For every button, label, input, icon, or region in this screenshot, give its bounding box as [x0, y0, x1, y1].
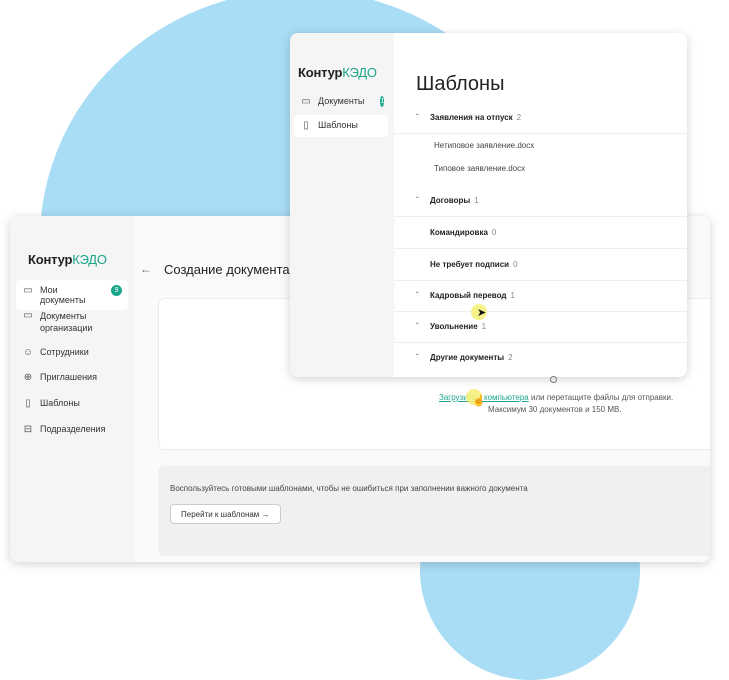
sidebar: КонтурКЭДО ▭ Мои документы 9 ▭ Документы…: [10, 216, 135, 562]
template-file[interactable]: Нетиповое заявление.docx: [434, 141, 534, 150]
template-group-dismissal[interactable]: ˇ Увольнение 1: [394, 322, 687, 343]
templates-hint-panel: Воспользуйтесь готовыми шаблонами, чтобы…: [158, 466, 710, 556]
template-group-no-signature[interactable]: Не требует подписи 0: [394, 260, 687, 281]
sidebar-item-employees[interactable]: ☺ Сотрудники: [16, 342, 128, 364]
chevron-down-icon: ˇ: [416, 196, 419, 205]
users-icon: ☺: [22, 347, 34, 358]
sidebar-item-label: Шаблоны: [318, 120, 358, 130]
sidebar-item-label: Подразделения: [40, 424, 106, 434]
group-name: Увольнение: [430, 322, 478, 331]
sidebar-item-label: Сотрудники: [40, 347, 89, 357]
page-title: Создание документа: [164, 262, 290, 277]
sidebar-item-label: Документы организации: [40, 311, 93, 333]
sidebar-item-label: Приглашения: [40, 372, 97, 382]
sidebar-item-label: Шаблоны: [40, 398, 80, 408]
logo-accent-text: КЭДО: [72, 252, 107, 267]
upload-limits-text: Максимум 30 документов и 150 MB.: [488, 405, 622, 414]
template-group-contracts[interactable]: ˇ Договоры 1: [394, 196, 687, 217]
sidebar-item-invitations[interactable]: ⊕ Приглашения: [16, 367, 128, 389]
chevron-down-icon: ˇ: [416, 291, 419, 300]
book-icon: ▯: [25, 398, 31, 409]
template-group-other[interactable]: ˇ Другие документы 2: [394, 353, 687, 373]
templates-list: Шаблоны ˆ Заявления на отпуск 2 Нетиповое…: [394, 33, 687, 377]
group-name: Другие документы: [430, 353, 505, 362]
group-count: 0: [491, 228, 497, 237]
templates-window: КонтурКЭДО ▭ Документы 1 ▯ Шаблоны Шабло…: [290, 33, 687, 377]
sidebar-item-org-documents[interactable]: ▭ Документы организации: [16, 305, 128, 339]
sidebar-item-templates[interactable]: ▯ Шаблоны: [294, 115, 388, 137]
template-group-transfer[interactable]: ˇ Кадровый перевод 1: [394, 291, 687, 312]
group-name: Кадровый перевод: [430, 291, 507, 300]
group-name: Заявления на отпуск: [430, 113, 513, 122]
logo-text: Контур: [298, 65, 343, 80]
loading-indicator-icon: [550, 376, 557, 383]
sidebar: КонтурКЭДО ▭ Документы 1 ▯ Шаблоны: [290, 33, 395, 377]
chevron-down-icon: ˇ: [416, 353, 419, 362]
upload-text: или перетащите файлы для отправки.: [528, 393, 674, 402]
group-count: 1: [510, 291, 515, 300]
logo-text: Контур: [28, 252, 73, 267]
sidebar-item-label: Мои документы: [40, 285, 86, 305]
go-to-templates-button[interactable]: Перейти к шаблонам →: [170, 504, 281, 524]
group-name: Договоры: [430, 196, 471, 205]
back-arrow-icon[interactable]: ←: [140, 262, 152, 276]
group-count: 2: [508, 353, 513, 362]
sidebar-item-documents[interactable]: ▭ Документы 1: [294, 91, 388, 113]
logo-accent-text: КЭДО: [342, 65, 377, 80]
plus-circle-icon: ⊕: [23, 372, 33, 383]
book-icon: ▯: [303, 120, 309, 131]
template-group-business-trip[interactable]: Командировка 0: [394, 228, 687, 249]
document-icon: ▭: [23, 310, 33, 321]
chevron-up-icon: ˆ: [416, 113, 419, 122]
template-group-vacation[interactable]: ˆ Заявления на отпуск 2: [394, 113, 687, 134]
count-badge: 1: [380, 96, 385, 107]
document-icon: ▭: [301, 96, 311, 107]
hand-cursor-icon: ☝: [472, 395, 486, 407]
group-count: 1: [474, 196, 479, 205]
count-badge: 9: [111, 285, 122, 296]
group-count: 0: [513, 260, 518, 269]
group-count: 2: [516, 113, 522, 122]
logo[interactable]: КонтурКЭДО: [298, 65, 377, 80]
template-file[interactable]: Типовое заявление.docx: [434, 164, 525, 173]
cursor-pointer-icon: ➤: [477, 307, 487, 319]
group-name: Не требует подписи: [430, 260, 510, 269]
logo[interactable]: КонтурКЭДО: [28, 252, 107, 267]
structure-icon: ⊟: [23, 424, 33, 435]
templates-hint-text: Воспользуйтесь готовыми шаблонами, чтобы…: [170, 484, 528, 493]
group-name: Командировка: [430, 228, 488, 237]
sidebar-item-label: Документы: [318, 96, 365, 106]
chevron-down-icon: ˇ: [416, 322, 419, 331]
sidebar-item-templates[interactable]: ▯ Шаблоны: [16, 393, 128, 415]
document-icon: ▭: [23, 285, 33, 296]
page-title: Шаблоны: [416, 73, 505, 95]
sidebar-item-departments[interactable]: ⊟ Подразделения: [16, 419, 128, 441]
group-count: 1: [481, 322, 487, 331]
